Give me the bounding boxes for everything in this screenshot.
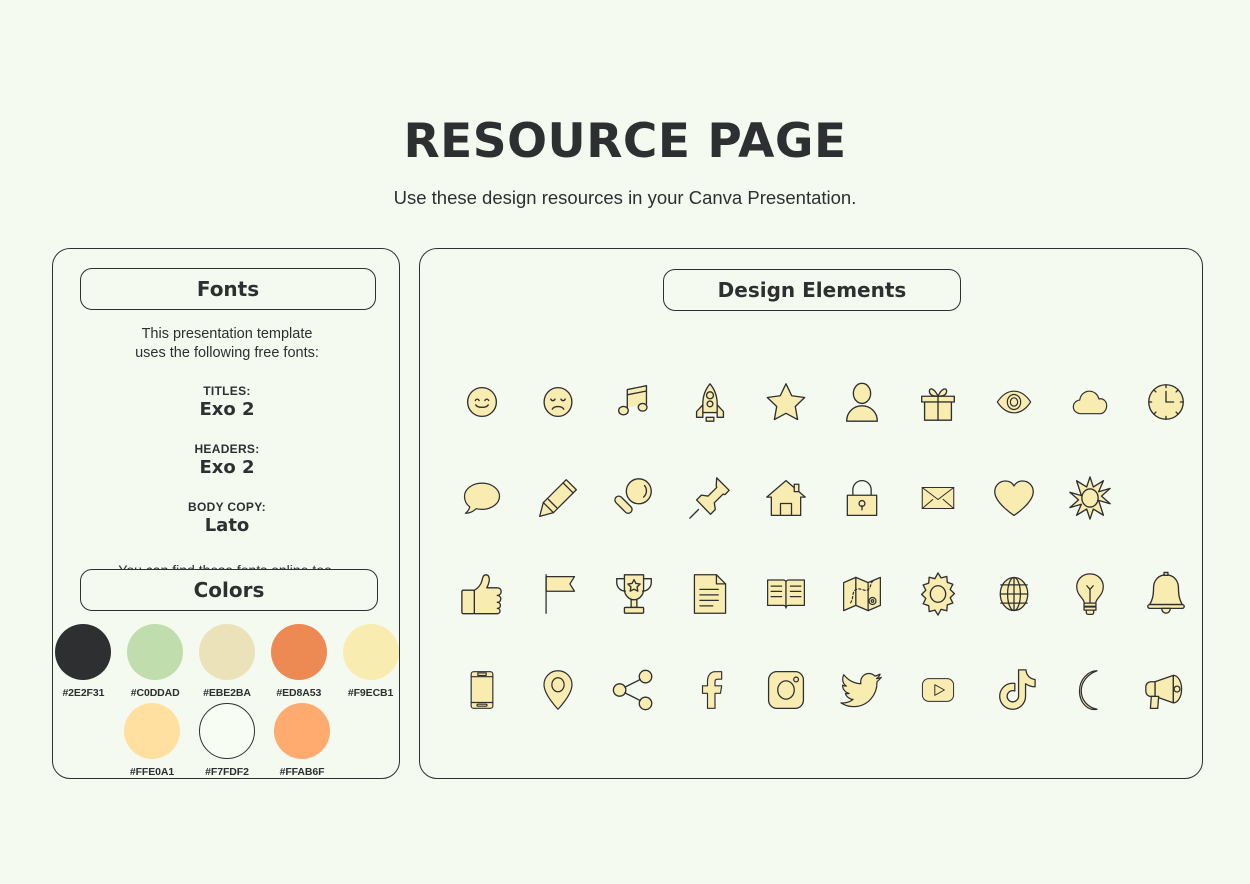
color-swatch[interactable]: #2E2F31 (53, 624, 114, 699)
color-swatch-dot (198, 624, 255, 680)
color-swatch[interactable]: #EBE2BA (197, 624, 258, 699)
twitter-icon[interactable] (824, 659, 900, 721)
design-elements-icon-row (444, 450, 1180, 546)
share-icon[interactable] (596, 659, 672, 721)
font-group-name: Lato (204, 515, 250, 537)
speech-bubble-icon[interactable] (444, 467, 520, 529)
megaphone-icon[interactable] (1128, 659, 1204, 721)
color-swatch-dot (55, 624, 112, 680)
design-elements-heading-label: Design Elements (717, 278, 907, 302)
page-header: RESOURCE PAGE Use these design resources… (0, 118, 1250, 209)
music-note-icon[interactable] (596, 371, 672, 433)
page-title: RESOURCE PAGE (403, 114, 847, 169)
fonts-intro-line-2: uses the following free fonts: (135, 344, 319, 361)
design-elements-icon-row (444, 546, 1185, 642)
font-group-label: HEADERS: (194, 442, 260, 457)
rocket-icon[interactable] (672, 371, 748, 433)
eye-icon[interactable] (976, 371, 1052, 433)
star-icon[interactable] (748, 371, 824, 433)
phone-icon[interactable] (444, 659, 520, 721)
font-group-label: TITLES: (203, 384, 251, 399)
design-elements-icon-row (444, 642, 1183, 738)
font-group-headers: HEADERS: Exo 2 (53, 442, 401, 478)
color-swatch-dot (127, 624, 184, 680)
color-swatch-row-1: #2E2F31 #C0DDAD #EBE2BA #ED8A53 #F9ECB1 (53, 624, 401, 699)
color-swatch-hex-label: #ED8A53 (276, 687, 322, 699)
fonts-heading-label: Fonts (196, 277, 260, 301)
house-icon[interactable] (748, 467, 824, 529)
map-icon[interactable] (824, 563, 900, 625)
design-elements-panel: Design Elements (419, 248, 1203, 779)
sad-face-icon[interactable] (520, 371, 596, 433)
color-swatch-dot (274, 703, 330, 759)
fonts-body: This presentation template uses the foll… (53, 325, 401, 578)
color-swatch-hex-label: #C0DDAD (130, 687, 180, 699)
page-subtitle: Use these design resources in your Canva… (393, 187, 857, 208)
color-swatch-dot (342, 624, 399, 680)
color-swatch[interactable]: #FFAB6F (270, 703, 334, 778)
cloud-icon[interactable] (1052, 371, 1128, 433)
lightbulb-icon[interactable] (1052, 563, 1128, 625)
fonts-and-colors-panel: Fonts This presentation template uses th… (52, 248, 400, 779)
color-swatch-dot (124, 703, 180, 759)
gear-icon[interactable] (900, 563, 976, 625)
design-elements-icon-grid (444, 354, 1185, 738)
tiktok-icon[interactable] (976, 659, 1052, 721)
facebook-icon[interactable] (672, 659, 748, 721)
color-swatch-hex-label: #F7FDF2 (205, 766, 249, 778)
trophy-icon[interactable] (596, 563, 672, 625)
font-group-titles: TITLES: Exo 2 (53, 384, 401, 420)
gift-icon[interactable] (900, 371, 976, 433)
color-swatch-hex-label: #FFE0A1 (129, 766, 175, 778)
font-group-name: Exo 2 (199, 399, 255, 421)
instagram-icon[interactable] (748, 659, 824, 721)
color-swatch-hex-label: #FFAB6F (279, 766, 325, 778)
bell-icon[interactable] (1128, 563, 1204, 625)
book-icon[interactable] (748, 563, 824, 625)
flag-icon[interactable] (520, 563, 596, 625)
font-group-label: BODY COPY: (188, 500, 266, 515)
design-elements-icon-row (444, 354, 1184, 450)
lock-icon[interactable] (824, 467, 900, 529)
font-group-body-copy: BODY COPY: Lato (53, 500, 401, 536)
globe-icon[interactable] (976, 563, 1052, 625)
location-pin-icon[interactable] (520, 659, 596, 721)
fonts-intro: This presentation template uses the foll… (53, 325, 401, 362)
color-swatch[interactable]: #F7FDF2 (195, 703, 259, 778)
heart-icon[interactable] (976, 467, 1052, 529)
font-group-name: Exo 2 (199, 457, 255, 479)
moon-icon[interactable] (1052, 659, 1128, 721)
color-swatch-hex-label: #2E2F31 (62, 687, 105, 699)
color-swatch-dot (270, 624, 327, 680)
pencil-icon[interactable] (520, 467, 596, 529)
color-swatch[interactable]: #C0DDAD (125, 624, 186, 699)
color-swatch[interactable]: #F9ECB1 (340, 624, 401, 699)
color-swatch-dot (199, 703, 255, 759)
clock-icon[interactable] (1128, 371, 1204, 433)
fonts-section-heading: Fonts (80, 268, 376, 310)
thumbs-up-icon[interactable] (444, 563, 520, 625)
color-swatch-hex-label: #EBE2BA (203, 687, 251, 699)
envelope-icon[interactable] (900, 467, 976, 529)
design-elements-heading: Design Elements (663, 269, 961, 311)
color-swatch[interactable]: #FFE0A1 (120, 703, 184, 778)
fonts-intro-line-1: This presentation template (141, 326, 313, 342)
person-icon[interactable] (824, 371, 900, 433)
colors-section-heading: Colors (80, 569, 378, 611)
color-swatch-row-2: #FFE0A1 #F7FDF2 #FFAB6F (53, 703, 401, 778)
sun-icon[interactable] (1052, 467, 1128, 529)
pushpin-icon[interactable] (672, 467, 748, 529)
color-swatch-hex-label: #F9ECB1 (347, 687, 394, 699)
document-icon[interactable] (672, 563, 748, 625)
magnifier-icon[interactable] (596, 467, 672, 529)
color-swatch[interactable]: #ED8A53 (268, 624, 329, 699)
youtube-icon[interactable] (900, 659, 976, 721)
smile-face-icon[interactable] (444, 371, 520, 433)
colors-heading-label: Colors (193, 578, 265, 602)
